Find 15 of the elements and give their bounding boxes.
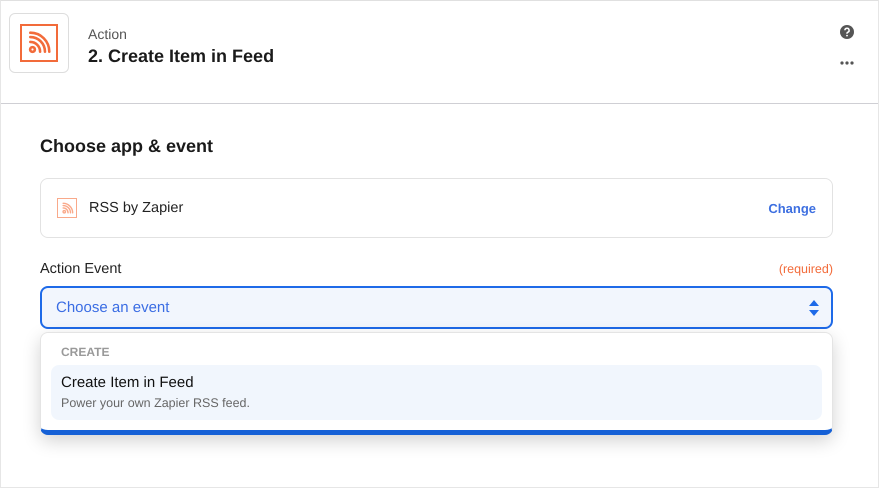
step-type: Action	[88, 26, 128, 42]
app-name: RSS by Zapier	[89, 200, 184, 216]
required-note: (required)	[778, 262, 833, 276]
help-icon[interactable]	[840, 25, 854, 39]
field-label: Action Event	[40, 261, 122, 277]
change-link[interactable]: Change	[768, 200, 816, 216]
step-title: 2. Create Item in Feed	[88, 46, 276, 67]
event-select[interactable]: Choose an event	[40, 286, 833, 329]
sort-icon	[809, 300, 819, 316]
rss-icon	[20, 24, 58, 62]
more-icon[interactable]	[840, 61, 854, 65]
rss-icon	[57, 198, 77, 218]
group-heading: CREATE	[61, 345, 110, 359]
section-title: Choose app & event	[40, 136, 214, 157]
menu-option[interactable]: Create Item in Feed Power your own Zapier RSS feed.	[51, 365, 822, 420]
